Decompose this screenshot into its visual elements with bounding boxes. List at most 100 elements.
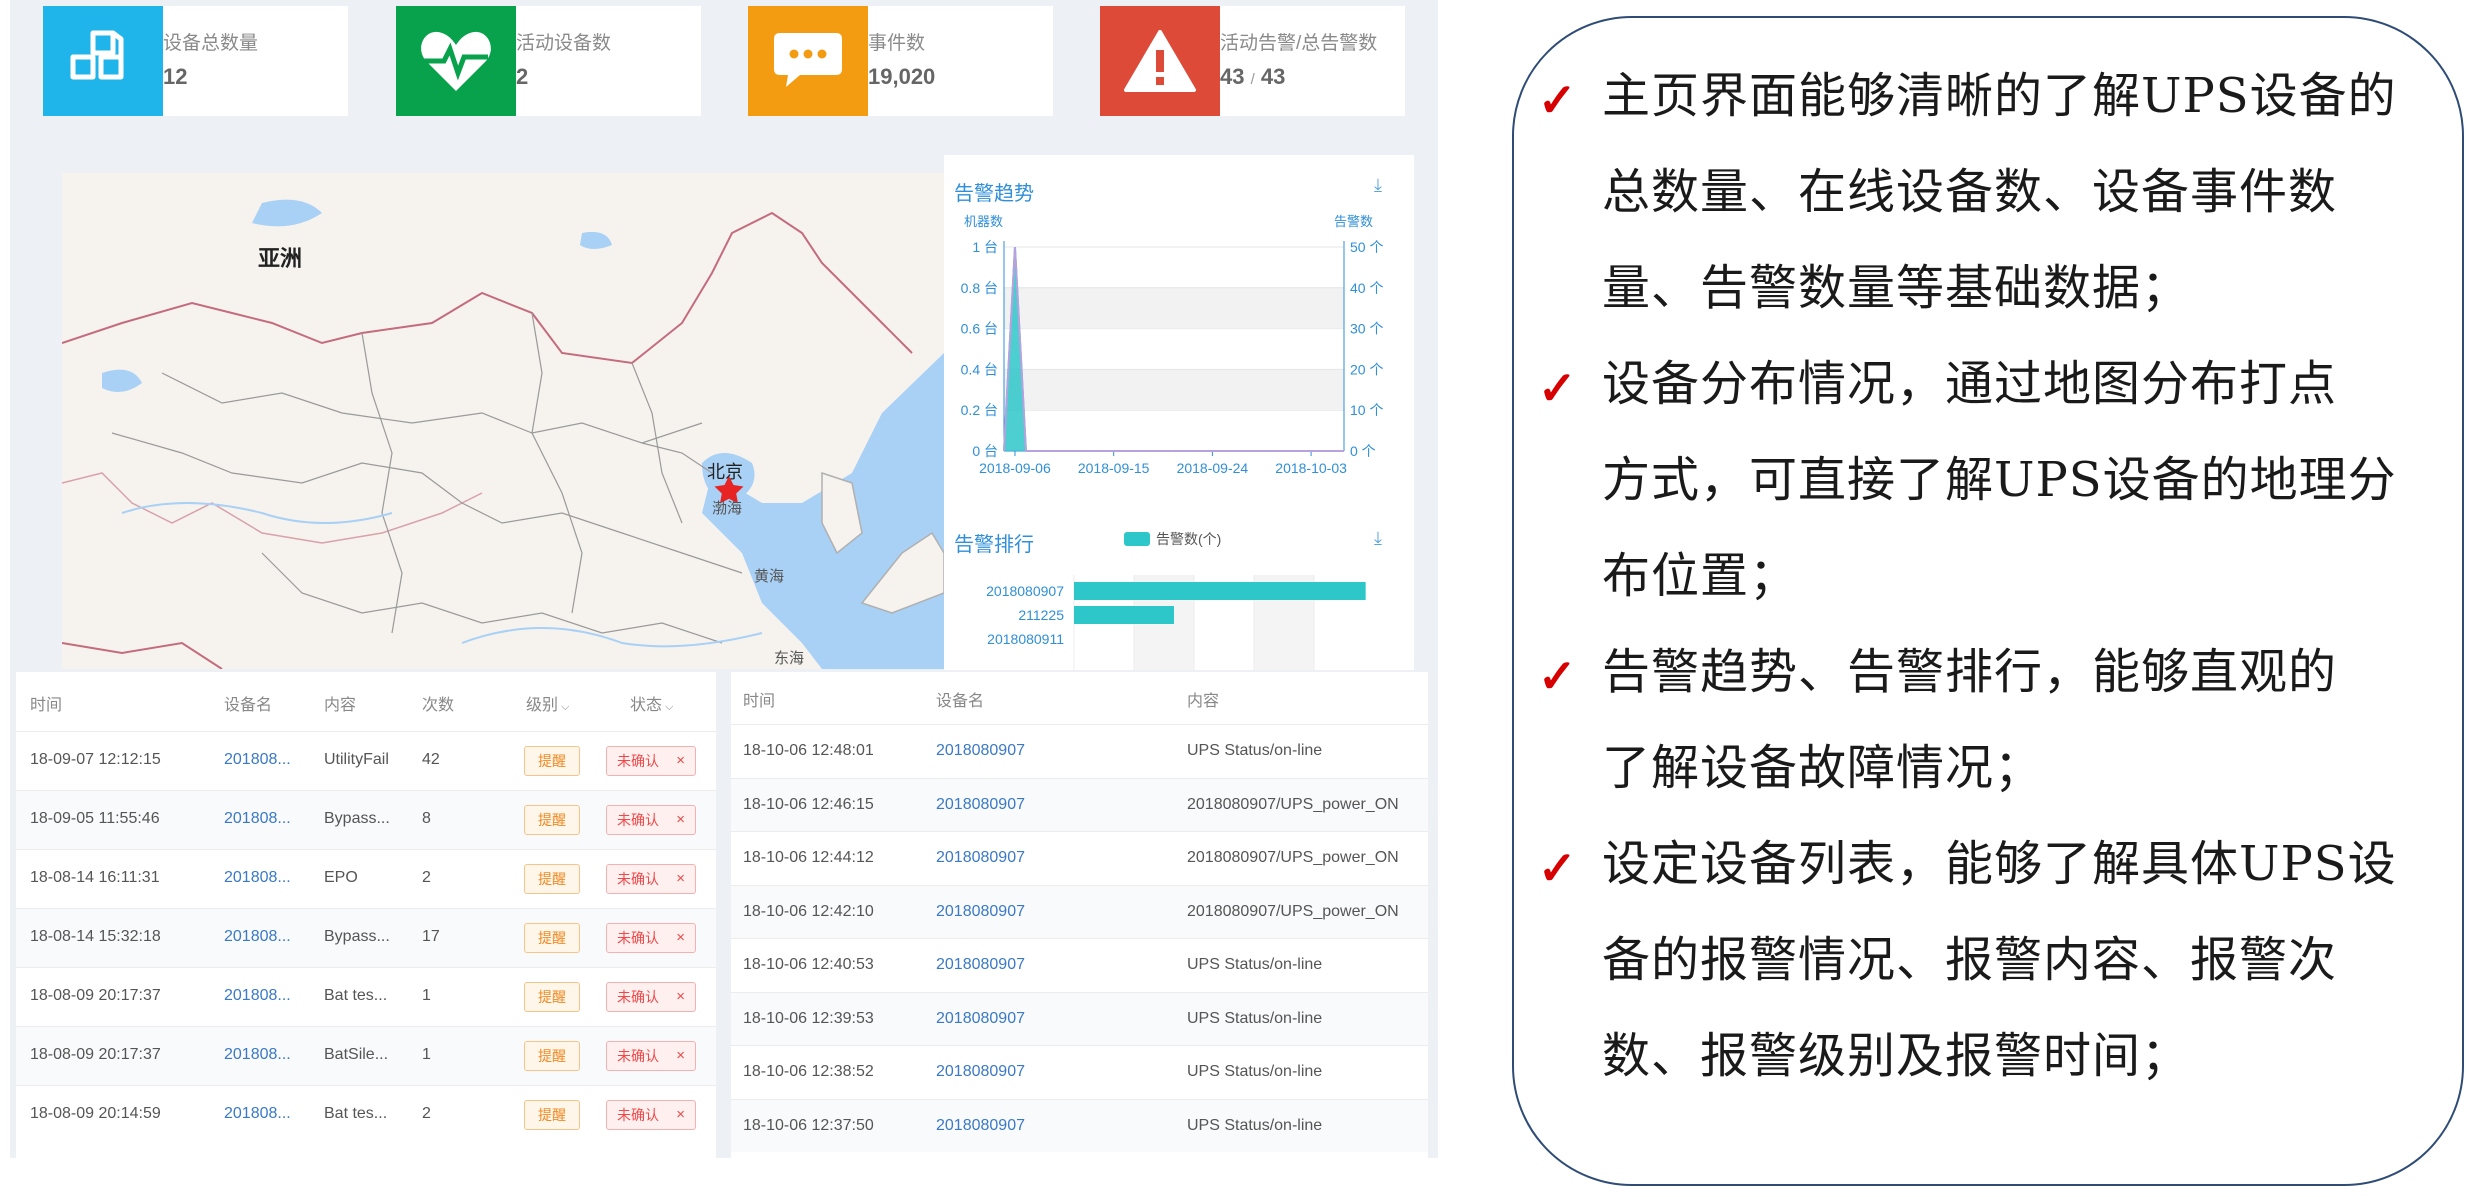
cell-content: UtilityFail xyxy=(324,751,389,768)
status-badge[interactable]: 未确认 × xyxy=(606,746,696,776)
heart-pulse-icon xyxy=(396,6,516,116)
note-line: 了解设备故障情况； xyxy=(1602,740,2044,796)
chevron-down-icon[interactable]: ⌵ xyxy=(662,701,673,713)
cell-time: 18-10-06 12:40:53 xyxy=(743,956,874,973)
cell-device-link[interactable]: 201808... xyxy=(224,987,304,1005)
table-row[interactable]: 18-10-06 12:38:52 2018080907 UPS Status/on… xyxy=(731,1045,1428,1098)
status-badge[interactable]: 未确认 × xyxy=(606,864,696,894)
table-row[interactable]: 18-10-06 12:48:01 2018080907 UPS Status/on… xyxy=(731,724,1428,777)
table-row[interactable]: 18-10-06 12:44:12 2018080907 2018080907/UP… xyxy=(731,831,1428,884)
table-row[interactable]: 18-10-06 12:37:50 2018080907 UPS Status/on… xyxy=(731,1098,1428,1152)
status-text: 未确认 xyxy=(617,753,659,769)
table-row[interactable]: 18-08-09 20:17:37 201808... Bat tes... 1 提醒未… xyxy=(16,967,716,1026)
table-row[interactable]: 18-10-06 12:39:53 2018080907 UPS Status/on… xyxy=(731,991,1428,1045)
status-badge[interactable]: 未确认 × xyxy=(606,982,696,1012)
checkmark-icon: ✓ xyxy=(1538,73,1577,127)
cell-device-link[interactable]: 2018080907 xyxy=(936,1010,1025,1028)
table-row[interactable]: 18-10-06 12:46:15 2018080907 2018080907/UP… xyxy=(731,777,1428,831)
note-line: 总数量、在线设备数、设备事件数 xyxy=(1602,164,2338,220)
level-badge: 提醒 xyxy=(524,1041,580,1071)
category-label: 2018080907 xyxy=(986,583,1064,599)
chevron-down-icon[interactable]: ⌵ xyxy=(558,701,569,713)
stat-card-alarms[interactable]: 活动告警/总告警数 43 / 43 xyxy=(1100,6,1405,116)
bar xyxy=(1074,606,1174,624)
col-header-status[interactable]: 状态 ⌵ xyxy=(630,691,673,715)
stat-label: 活动告警/总告警数 xyxy=(1220,33,1378,54)
status-badge[interactable]: 未确认 × xyxy=(606,1100,696,1130)
cell-content: UPS Status/on-line xyxy=(1187,1009,1323,1027)
table-row[interactable]: 18-10-06 12:40:53 2018080907 UPS Status/on… xyxy=(731,938,1428,991)
checkmark-icon: ✓ xyxy=(1538,649,1577,703)
cell-device-link[interactable]: 2018080907 xyxy=(936,956,1025,974)
cell-time: 18-10-06 12:42:10 xyxy=(743,902,874,920)
stat-card-total-devices[interactable]: 设备总数量 12 xyxy=(43,6,348,116)
cell-device-link[interactable]: 201808... xyxy=(224,751,304,769)
cell-time: 18-08-09 20:17:37 xyxy=(30,987,161,1004)
cell-content: UPS Status/on-line xyxy=(1187,1063,1323,1080)
cell-time: 18-10-06 12:44:12 xyxy=(743,849,874,866)
close-icon[interactable]: × xyxy=(676,924,685,952)
table-row[interactable]: 18-08-14 16:11:31 201808... EPO 2 提醒 未确认 × xyxy=(16,849,716,908)
checkmark-icon: ✓ xyxy=(1538,361,1577,415)
cell-device-link[interactable]: 201808... xyxy=(224,1046,304,1064)
cell-content: Bypass... xyxy=(324,928,390,945)
status-badge[interactable]: 未确认 × xyxy=(606,1041,696,1071)
close-icon[interactable]: × xyxy=(676,747,685,775)
close-icon[interactable]: × xyxy=(676,865,685,893)
device-map[interactable]: 亚洲 北京 渤海 黄海 东海 xyxy=(62,173,944,669)
table-row[interactable]: 18-09-05 11:55:46 201808... Bypass... 8 提醒 未确… xyxy=(16,790,716,849)
cell-content: UPS Status/on-line xyxy=(1187,742,1323,759)
status-text: 未确认 xyxy=(617,930,659,946)
table-row[interactable]: 18-08-14 15:32:18 201808... Bypass... 17 提醒未… xyxy=(16,908,716,967)
cell-content: 2018080907/UPS_power_ON xyxy=(1187,849,1399,866)
cell-device-link[interactable]: 2018080907 xyxy=(936,849,1025,867)
status-text: 未确认 xyxy=(617,989,659,1005)
cell-device-link[interactable]: 2018080907 xyxy=(936,1117,1025,1135)
cell-count: 1 xyxy=(422,987,431,1004)
note-line: 备的报警情况、报警内容、报警次 xyxy=(1602,932,2338,988)
cell-device-link[interactable]: 201808... xyxy=(224,1105,304,1123)
table-row[interactable]: 18-09-07 12:12:15 201808... UtilityFail 42 提… xyxy=(16,731,716,790)
ranking-chart[interactable]: 2018080907 211225 2018080911 xyxy=(944,155,1414,670)
stat-card-active-devices[interactable]: 活动设备数 2 xyxy=(396,6,701,116)
status-badge[interactable]: 未确认 × xyxy=(606,923,696,953)
table-row[interactable]: 18-08-09 20:17:37 201808... BatSile... 1 提醒未… xyxy=(16,1026,716,1085)
cell-content: UPS Status/on-line xyxy=(1187,1116,1323,1134)
cell-device-link[interactable]: 201808... xyxy=(224,810,304,828)
cell-time: 18-08-14 16:11:31 xyxy=(30,869,160,886)
sea-label: 黄海 xyxy=(754,568,785,585)
cell-device-link[interactable]: 201808... xyxy=(224,869,304,887)
status-badge[interactable]: 未确认 × xyxy=(606,805,696,835)
note-line: 布位置； xyxy=(1602,548,1799,604)
close-icon[interactable]: × xyxy=(676,983,685,1011)
col-header-level-label: 级别 xyxy=(526,697,559,714)
cell-count: 1 xyxy=(422,1046,431,1063)
stat-value: 2 xyxy=(516,64,529,89)
col-header-content: 内容 xyxy=(324,697,357,714)
cell-content: EPO xyxy=(324,869,358,886)
cell-device-link[interactable]: 2018080907 xyxy=(936,742,1025,760)
close-icon[interactable]: × xyxy=(676,1101,685,1129)
level-badge: 提醒 xyxy=(524,805,580,835)
cell-device-link[interactable]: 2018080907 xyxy=(936,796,1025,814)
alarm-table-header: 时间 设备名 内容 次数 级别 ⌵ 状态 ⌵ xyxy=(16,672,716,731)
cell-device-link[interactable]: 2018080907 xyxy=(936,1063,1025,1081)
col-header-level[interactable]: 级别 ⌵ xyxy=(526,691,569,715)
cell-device-link[interactable]: 201808... xyxy=(224,928,304,946)
stat-label: 事件数 xyxy=(868,33,926,54)
level-badge: 提醒 xyxy=(524,982,580,1012)
table-row[interactable]: 18-08-09 20:14:59 201808... Bat tes... 2 提醒未… xyxy=(16,1085,716,1144)
stat-card-events[interactable]: 事件数 19,020 xyxy=(748,6,1053,116)
cell-device-link[interactable]: 2018080907 xyxy=(936,903,1025,921)
cell-time: 18-08-14 15:32:18 xyxy=(30,928,161,945)
close-icon[interactable]: × xyxy=(676,1042,685,1070)
table-row[interactable]: 18-10-06 12:42:10 2018080907 2018080907/UP… xyxy=(731,884,1428,938)
note-line: 量、告警数量等基础数据； xyxy=(1602,260,2191,316)
feature-notes-panel: ✓ 主页界面能够清晰的了解UPS设备的 总数量、在线设备数、设备事件数 量、告警数量等… xyxy=(1512,16,2464,1186)
cell-count: 2 xyxy=(422,869,431,886)
cell-content: Bypass... xyxy=(324,810,390,827)
alarm-table: 时间 设备名 内容 次数 级别 ⌵ 状态 ⌵ 18-09-07 12:12:15… xyxy=(16,672,716,1158)
cell-content: UPS Status/on-line xyxy=(1187,956,1323,973)
stat-value: 12 xyxy=(163,64,188,89)
close-icon[interactable]: × xyxy=(676,806,685,834)
